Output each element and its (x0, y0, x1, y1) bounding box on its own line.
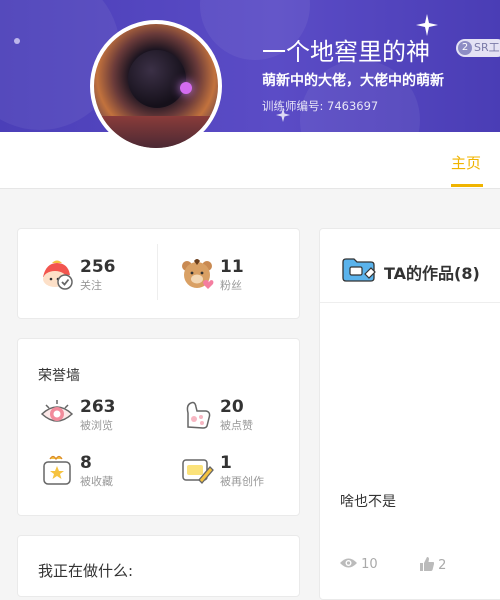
honor-wall-title: 荣誉墙 (38, 368, 80, 384)
tab-home[interactable]: 主页 (451, 152, 481, 173)
likes-count: 20 (220, 397, 244, 417)
views-label: 被浏览 (80, 419, 113, 432)
tab-bar (0, 132, 500, 189)
work-views: 10 (340, 557, 378, 572)
avatar-image-part (128, 50, 186, 108)
work-view-count: 10 (361, 557, 378, 572)
divider (157, 244, 158, 300)
view-count-icon (340, 558, 357, 568)
star-box-icon (43, 455, 71, 485)
following-icon (43, 260, 73, 290)
work-likes[interactable]: 2 (420, 557, 446, 573)
username: 一个地窖里的神 (262, 38, 430, 66)
eye-icon (40, 400, 74, 422)
work-description[interactable]: 啥也不是 (340, 491, 396, 511)
badge-number: 2 (458, 41, 472, 55)
works-title: TA的作品(8) (384, 264, 480, 283)
favorites-count: 8 (80, 453, 92, 473)
likes-label: 被点赞 (220, 419, 253, 432)
fans-icon (182, 259, 214, 289)
paw-like-icon (186, 401, 211, 429)
divider (320, 302, 500, 303)
profile-motto: 萌新中的大佬，大佬中的萌新 (262, 73, 444, 89)
remix-pencil-icon (182, 459, 214, 484)
views-count: 263 (80, 397, 116, 417)
following-count: 256 (80, 257, 116, 277)
works-folder-icon (342, 258, 376, 282)
remixes-count: 1 (220, 453, 232, 473)
fans-label: 粉丝 (220, 279, 242, 292)
level-badge: 2 SR工 (456, 39, 500, 57)
remixes-label: 被再创作 (220, 475, 264, 488)
badge-text: SR工 (474, 41, 500, 54)
following-label: 关注 (80, 279, 102, 292)
work-like-count: 2 (438, 558, 447, 573)
avatar-image-part (180, 82, 192, 94)
tab-active-indicator (451, 184, 483, 187)
avatar[interactable] (90, 20, 222, 152)
favorites-label: 被收藏 (80, 475, 113, 488)
doing-title: 我正在做什么: (38, 562, 134, 580)
thumbs-up-icon (420, 557, 435, 571)
fans-count: 11 (220, 257, 244, 277)
sparkle-icon (14, 38, 20, 44)
avatar-image-part (94, 116, 218, 148)
trainer-id: 训练师编号: 7463697 (262, 99, 379, 113)
